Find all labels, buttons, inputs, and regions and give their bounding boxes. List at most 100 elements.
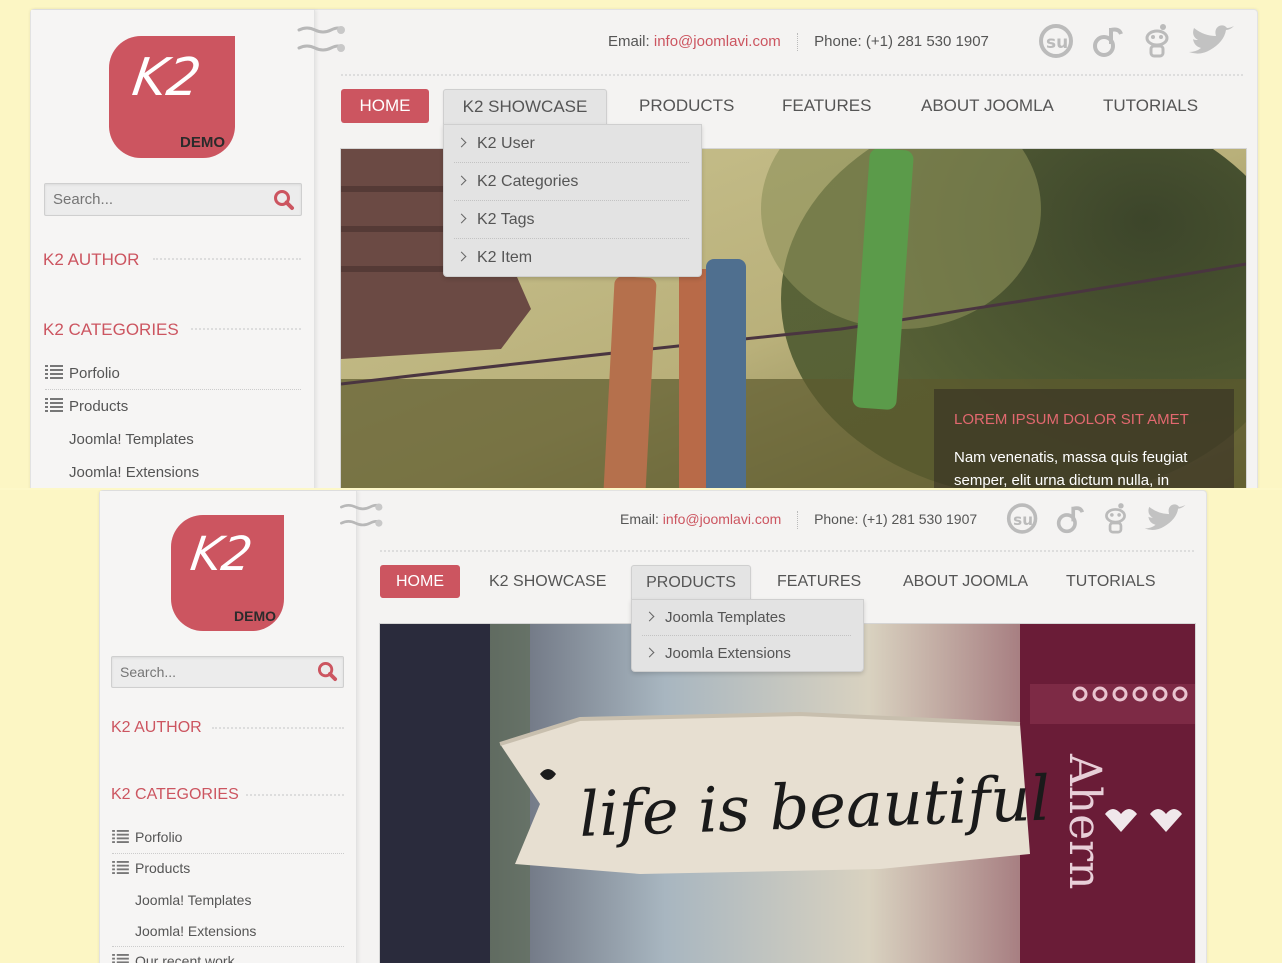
site-logo[interactable]: K2 DEMO xyxy=(171,515,284,631)
list-icon xyxy=(112,861,129,874)
divider xyxy=(796,33,798,52)
dropdown-item-label: K2 Item xyxy=(477,249,533,266)
search-input[interactable] xyxy=(45,184,266,215)
divider xyxy=(45,389,301,390)
nav-about-joomla[interactable]: ABOUT JOOMLA xyxy=(921,89,1054,123)
site-logo[interactable]: K2 DEMO xyxy=(109,36,235,158)
nav-about-joomla[interactable]: ABOUT JOOMLA xyxy=(903,565,1028,598)
caption-text: Nam venenatis, massa quis feugiat semper… xyxy=(954,449,1188,488)
search-icon[interactable] xyxy=(273,189,295,211)
nav-k2-showcase[interactable]: K2 SHOWCASE xyxy=(443,89,607,125)
k2-showcase-dropdown: K2 User K2 Categories K2 Tags K2 Item xyxy=(443,124,702,277)
binder-hinge-icon xyxy=(340,503,383,527)
nav-products[interactable]: PRODUCTS xyxy=(631,565,751,600)
phone-value: (+1) 281 530 1907 xyxy=(862,511,978,527)
reddit-icon[interactable] xyxy=(1141,22,1173,60)
logo-text: K2 xyxy=(128,48,205,108)
site-page: K2 DEMO K2 AUTHOR K2 CATEGORIES Porfolio… xyxy=(99,490,1207,963)
category-item-products[interactable]: Products xyxy=(45,398,128,415)
twitter-icon[interactable] xyxy=(1142,503,1189,536)
list-icon xyxy=(112,954,129,963)
search-input[interactable] xyxy=(112,657,313,687)
k2-categories-title: K2 CATEGORIES xyxy=(43,320,179,339)
dropdown-item-label: K2 Categories xyxy=(477,173,579,190)
category-item-joomla-extensions[interactable]: Joomla! Extensions xyxy=(69,464,199,481)
category-label: Porfolio xyxy=(135,829,183,845)
products-dropdown: Joomla Templates Joomla Extensions xyxy=(631,599,864,672)
slide-caption: LOREM IPSUM DOLOR SIT AMET Nam venenatis… xyxy=(934,389,1234,488)
dropdown-item-label: K2 User xyxy=(477,135,535,152)
nav-tutorials[interactable]: TUTORIALS xyxy=(1103,89,1198,123)
nav-features[interactable]: FEATURES xyxy=(777,565,861,598)
category-item-products[interactable]: Products xyxy=(112,860,190,876)
contact-bar: Email: info@joomlavi.com Phone: (+1) 281… xyxy=(608,33,989,52)
k2-categories-title: K2 CATEGORIES xyxy=(111,786,239,803)
divider xyxy=(797,511,799,530)
k2-author-title: K2 AUTHOR xyxy=(111,719,202,736)
divider xyxy=(112,853,344,854)
digg-icon[interactable] xyxy=(1091,24,1125,60)
search-icon[interactable] xyxy=(317,661,338,682)
reddit-icon[interactable] xyxy=(1101,501,1130,536)
stumbleupon-icon[interactable]: su xyxy=(1006,503,1040,534)
dropdown-item-joomla-extensions[interactable]: Joomla Extensions xyxy=(642,636,851,671)
chevron-right-icon xyxy=(456,175,467,186)
nav-features[interactable]: FEATURES xyxy=(782,89,871,123)
dropdown-item-label: Joomla Templates xyxy=(665,609,786,626)
logo-text: K2 xyxy=(187,527,256,582)
life-is-beautiful-photo: life is beautiful Ahern xyxy=(380,624,1195,963)
nav-tutorials[interactable]: TUTORIALS xyxy=(1066,565,1156,598)
category-item-joomla-templates[interactable]: Joomla! Templates xyxy=(135,892,251,908)
divider xyxy=(380,550,1194,552)
stumbleupon-icon[interactable]: su xyxy=(1038,24,1076,58)
dropdown-item-label: K2 Tags xyxy=(477,211,535,228)
nav-products[interactable]: PRODUCTS xyxy=(639,89,734,123)
divider xyxy=(112,946,344,947)
sidebar: K2 DEMO K2 AUTHOR K2 CATEGORIES Porfolio… xyxy=(31,10,315,488)
nav-home[interactable]: HOME xyxy=(341,89,429,123)
divider xyxy=(191,328,301,330)
svg-text:su: su xyxy=(1046,33,1068,53)
nav-home[interactable]: HOME xyxy=(380,565,460,598)
chevron-right-icon xyxy=(456,137,467,148)
category-label: Porfolio xyxy=(69,365,120,382)
category-item-our-recent-work[interactable]: Our recent work xyxy=(112,953,235,963)
phone-label: Phone: xyxy=(814,511,859,527)
category-item-joomla-extensions[interactable]: Joomla! Extensions xyxy=(135,923,256,939)
dropdown-item-joomla-templates[interactable]: Joomla Templates xyxy=(642,600,851,636)
email-link[interactable]: info@joomlavi.com xyxy=(654,33,781,50)
digg-icon[interactable] xyxy=(1055,503,1086,536)
binder-hinge-icon xyxy=(297,26,345,52)
phone-value: (+1) 281 530 1907 xyxy=(865,33,989,50)
divider xyxy=(341,74,1243,76)
dropdown-item-label: Joomla Extensions xyxy=(665,645,791,662)
chevron-right-icon xyxy=(456,213,467,224)
category-item-porfolio[interactable]: Porfolio xyxy=(45,365,120,382)
email-link[interactable]: info@joomlavi.com xyxy=(663,511,781,527)
dropdown-item-k2-item[interactable]: K2 Item xyxy=(454,239,689,276)
chevron-right-icon xyxy=(644,647,655,658)
email-label: Email: xyxy=(620,511,659,527)
slideshow-image: life is beautiful Ahern xyxy=(379,623,1196,963)
sidebar: K2 DEMO K2 AUTHOR K2 CATEGORIES Porfolio… xyxy=(100,491,357,963)
divider xyxy=(153,258,301,260)
photo-side-text: Ahern xyxy=(1059,753,1110,890)
k2-author-title: K2 AUTHOR xyxy=(43,250,140,269)
divider xyxy=(212,727,344,729)
nav-k2-showcase[interactable]: K2 SHOWCASE xyxy=(489,565,606,598)
email-label: Email: xyxy=(608,33,650,50)
category-item-porfolio[interactable]: Porfolio xyxy=(112,829,182,845)
category-label: Products xyxy=(69,398,129,415)
dropdown-item-k2-categories[interactable]: K2 Categories xyxy=(454,163,689,201)
dropdown-item-k2-tags[interactable]: K2 Tags xyxy=(454,201,689,239)
dropdown-item-k2-user[interactable]: K2 User xyxy=(454,125,689,163)
bottom-screenshot: K2 DEMO K2 AUTHOR K2 CATEGORIES Porfolio… xyxy=(0,490,1282,963)
list-icon xyxy=(45,365,63,379)
site-page: K2 DEMO K2 AUTHOR K2 CATEGORIES Porfolio… xyxy=(30,9,1258,488)
category-item-joomla-templates[interactable]: Joomla! Templates xyxy=(69,431,194,448)
twitter-icon[interactable] xyxy=(1186,24,1238,60)
chevron-right-icon xyxy=(456,251,467,262)
phone-label: Phone: xyxy=(814,33,862,50)
top-screenshot: K2 DEMO K2 AUTHOR K2 CATEGORIES Porfolio… xyxy=(0,0,1282,488)
category-label: Our recent work xyxy=(135,953,235,963)
